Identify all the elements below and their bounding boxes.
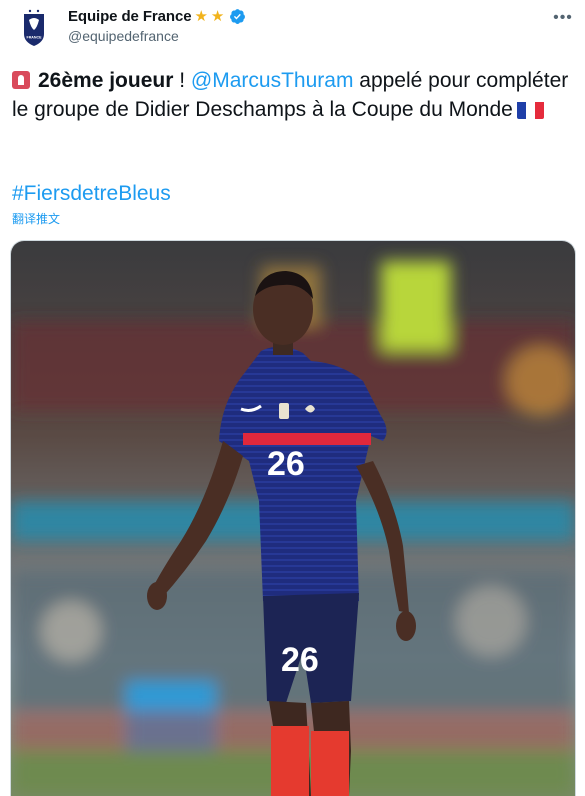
crest-icon (279, 403, 289, 419)
verified-icon (230, 8, 246, 24)
fff-crest-icon: FRANCE (12, 6, 56, 50)
author-handle[interactable]: @equipedefrance (68, 28, 179, 44)
more-options-icon[interactable]: ••• (553, 8, 573, 28)
france-flag-icon (516, 100, 544, 119)
tweet-photo[interactable]: 26 26 (10, 240, 576, 796)
author-display-name[interactable]: Equipe de France (68, 8, 192, 25)
siren-icon (12, 71, 30, 89)
author-avatar[interactable]: FRANCE (12, 6, 56, 50)
tweet-bold-text: 26ème joueur (38, 69, 174, 92)
shorts-number: 26 (281, 641, 319, 679)
tweet-text-part: ! (173, 69, 191, 92)
tweet-text: 26ème joueur ! @MarcusThuram appelé pour… (12, 66, 572, 124)
mention-link[interactable]: @MarcusThuram (191, 69, 354, 92)
hashtag-link[interactable]: #FiersdetreBleus (12, 182, 171, 205)
author-name-row: Equipe de France ★ ★ (68, 6, 246, 26)
player-photo-image: 26 26 (11, 241, 575, 796)
translate-tweet-link[interactable]: 翻译推文 (12, 210, 60, 227)
star-icon: ★ (210, 7, 225, 25)
star-icon: ★ (194, 7, 208, 25)
shirt-number: 26 (267, 445, 305, 483)
avatar-text: FRANCE (27, 35, 43, 39)
